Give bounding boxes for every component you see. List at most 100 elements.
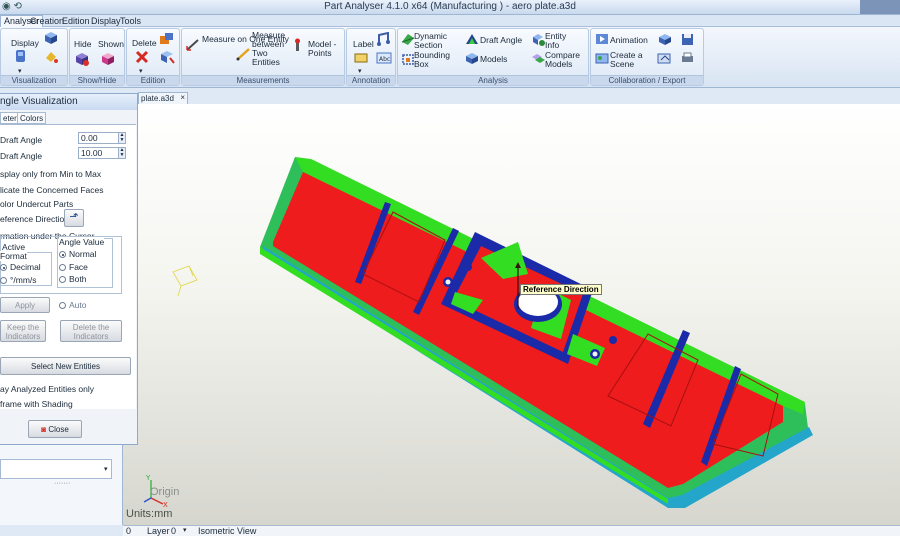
format-decimal-radio[interactable]: Decimal (0, 262, 41, 272)
left-panel-lower: ▾ ······· (0, 445, 123, 525)
status-field-0: 0 (126, 526, 132, 536)
select-new-entities-button[interactable]: Select New Entities (0, 357, 131, 375)
document-tab[interactable]: plate.a3d × (138, 92, 188, 104)
draft-angle-icon[interactable] (464, 32, 480, 46)
radio-normal[interactable] (59, 251, 66, 258)
entity-info-label[interactable]: Entity Info (545, 32, 575, 50)
shown-button-label[interactable]: Shown (98, 40, 124, 49)
radio-decimal[interactable] (0, 264, 7, 271)
layer-dropdown-icon[interactable]: ▾ (183, 526, 187, 534)
wireframe-shading-checkbox[interactable]: frame with Shading (0, 399, 73, 409)
part-model[interactable] (123, 104, 900, 525)
list-dropdown-icon[interactable]: ▾ (104, 465, 108, 473)
tab-tools[interactable]: Tools (120, 16, 141, 26)
close-tab-icon[interactable]: × (180, 93, 185, 102)
delete-button-label[interactable]: Delete (132, 39, 157, 48)
create-scene-icon[interactable] (595, 51, 609, 65)
animation-label[interactable]: Animation (610, 36, 648, 45)
radio-mms[interactable] (0, 277, 7, 284)
units-label: Units:mm (126, 508, 173, 520)
close-icon: ◙ (41, 425, 47, 434)
keep-indicators-button[interactable]: Keep the Indicators (0, 320, 46, 342)
model-points-icon[interactable] (292, 38, 304, 54)
create-scene-label[interactable]: Create a Scene (610, 51, 650, 69)
angle-both-radio[interactable]: Both (59, 274, 87, 284)
delete-indicators-line1: Delete the (72, 323, 110, 332)
ribbon-group-annotation: Label Abc ▾ Annotation (346, 28, 396, 86)
ribbon-group-label: Visualization (1, 75, 67, 85)
layer-value[interactable]: 0 (171, 526, 176, 536)
radio-face[interactable] (59, 264, 66, 271)
radio-both[interactable] (59, 276, 66, 283)
dynamic-section-icon[interactable] (401, 32, 415, 46)
display-button-label[interactable]: Display (11, 39, 39, 48)
select-new-entities-label: Select New Entities (31, 362, 100, 371)
share-icon[interactable] (657, 51, 673, 65)
measure-two-entities-label[interactable]: Measure between Two Entities (252, 31, 294, 67)
cube-view-icon[interactable] (43, 31, 59, 45)
angle-face-radio[interactable]: Face (59, 262, 88, 272)
3d-viewport[interactable]: Reference Direction Y X Origin Units:mm (123, 104, 900, 525)
bounding-box-label[interactable]: Bounding Box (414, 51, 454, 69)
delete-indicators-button[interactable]: Delete the Indicators (60, 320, 122, 342)
left-panel-list[interactable] (0, 459, 112, 479)
models-icon[interactable] (464, 51, 480, 65)
hide-icon[interactable] (74, 51, 90, 67)
window-controls[interactable] (860, 0, 900, 14)
close-button[interactable]: ◙ Close (28, 420, 82, 438)
splitter-grip-icon[interactable]: ······· (54, 480, 70, 487)
measure-one-entity-icon[interactable] (185, 37, 201, 53)
tab-display[interactable]: Display (91, 16, 121, 26)
text-annotation-icon[interactable]: Abc (376, 51, 392, 65)
min-draft-spinner[interactable]: ▲ ▼ (118, 132, 126, 144)
display-min-max-checkbox[interactable]: splay only from Min to Max (0, 169, 101, 179)
print-icon[interactable] (680, 51, 696, 65)
save-export-icon[interactable] (680, 32, 696, 46)
export-3d-icon[interactable] (657, 32, 673, 46)
auto-radio[interactable]: Auto (59, 300, 87, 310)
radio-auto[interactable] (59, 302, 66, 309)
bounding-box-icon[interactable] (401, 52, 415, 66)
compare-models-icon[interactable] (531, 51, 545, 65)
max-draft-spinner[interactable]: ▲ ▼ (118, 147, 126, 159)
draft-angle-label[interactable]: Draft Angle (480, 36, 522, 45)
layer-label: Layer (147, 526, 170, 536)
format-mms-radio[interactable]: °/mm/s (0, 275, 37, 285)
hide-button-label[interactable]: Hide (74, 40, 91, 49)
label-button-label[interactable]: Label (353, 40, 374, 49)
transform-icon[interactable] (159, 50, 175, 64)
wireframe-gizmo (172, 265, 198, 297)
svg-text:Abc: Abc (379, 56, 390, 63)
menu-bar: Analyser Creation Edition Display Tools (0, 15, 900, 27)
copy-entities-icon[interactable] (159, 32, 175, 46)
animation-icon[interactable] (595, 32, 609, 46)
tab-creation[interactable]: Creation (30, 16, 64, 26)
reference-direction-button[interactable]: ⬏ (64, 209, 84, 227)
note-icon[interactable] (376, 32, 392, 46)
dynamic-section-label[interactable]: Dynamic Section (414, 32, 454, 50)
compare-models-label[interactable]: Compare Models (545, 51, 585, 69)
format-mms-label: °/mm/s (10, 275, 37, 285)
measure-two-entities-icon[interactable] (236, 46, 252, 62)
ribbon-group-visualization: Display ▾ Visualization (0, 28, 68, 86)
entity-info-icon[interactable] (531, 32, 545, 46)
ribbon-group-label: Collaboration / Export (591, 75, 703, 85)
color-undercut-checkbox[interactable]: olor Undercut Parts (0, 199, 73, 209)
label-icon[interactable] (354, 51, 368, 65)
aero-plate-part (260, 157, 813, 508)
apply-button[interactable]: Apply (0, 297, 50, 313)
delete-icon[interactable] (135, 50, 149, 64)
models-label[interactable]: Models (480, 55, 507, 64)
model-points-label[interactable]: Model - Points (308, 40, 344, 58)
ribbon-group-label: Show/Hide (70, 75, 124, 85)
tab-edition[interactable]: Edition (62, 16, 90, 26)
angle-normal-radio[interactable]: Normal (59, 249, 96, 259)
tab-colors[interactable]: Colors (17, 112, 47, 124)
shown-icon[interactable] (100, 51, 116, 67)
indicate-faces-checkbox[interactable]: licate the Concerned Faces (0, 185, 103, 195)
display-analyzed-only-checkbox[interactable]: ay Analyzed Entities only (0, 384, 94, 394)
paint-bucket-icon[interactable] (43, 49, 59, 63)
title-bar: ◉ ⟲ Part Analyser 4.1.0 x64 (Manufacturi… (0, 0, 900, 15)
display-icon[interactable] (14, 49, 28, 63)
ribbon-group-collaboration-export: Animation Create a Scene Collaboration /… (590, 28, 704, 86)
